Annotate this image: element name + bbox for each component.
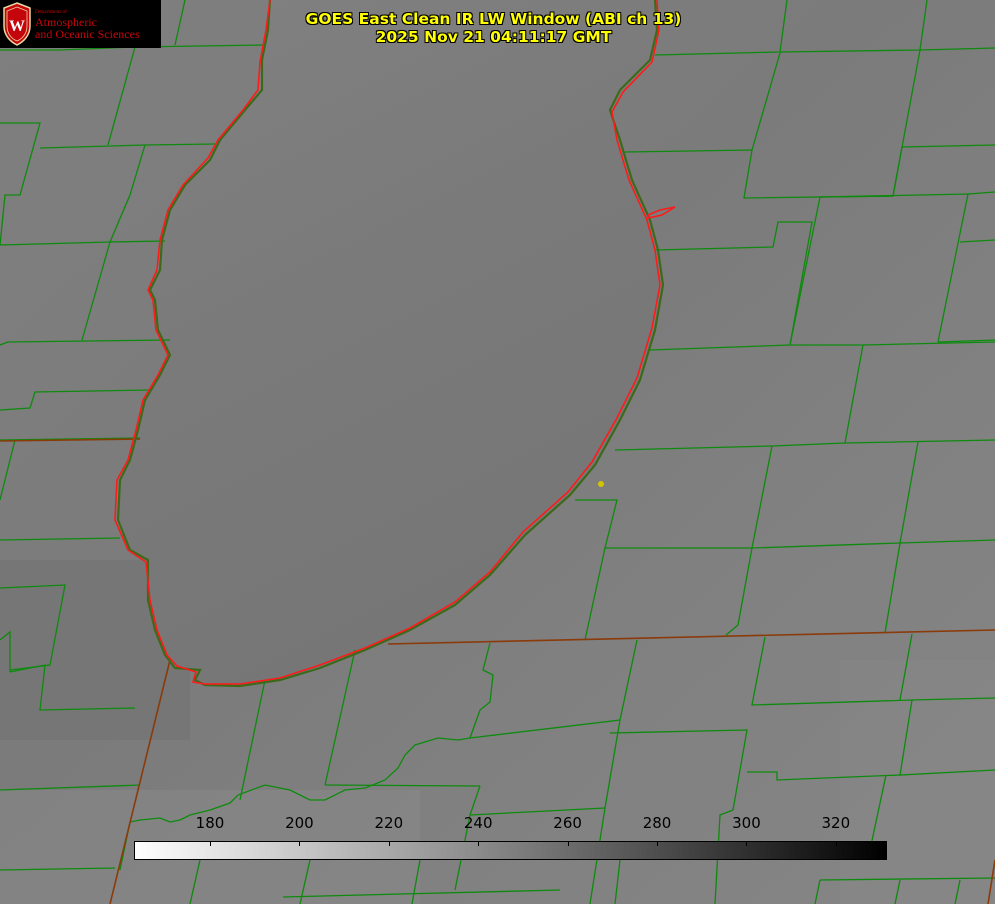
colorbar-tick-label: 300 xyxy=(732,814,761,832)
colorbar-tick-mark xyxy=(388,841,390,846)
colorbar-tick-mark xyxy=(209,841,211,846)
colorbar xyxy=(134,841,887,860)
colorbar-tick-label: 280 xyxy=(642,814,672,832)
colorbar-tick-label: 200 xyxy=(285,814,314,832)
map-title: GOES East Clean IR LW Window (ABI ch 13)… xyxy=(0,10,995,46)
imagery-light-band-right xyxy=(840,660,995,904)
location-marker xyxy=(598,481,604,487)
colorbar-tick-label: 220 xyxy=(374,814,404,832)
colorbar-tick-mark xyxy=(478,841,480,846)
colorbar-tick-mark xyxy=(746,841,748,846)
colorbar-tick-mark xyxy=(567,841,569,846)
colorbar-tick-label: 260 xyxy=(553,814,582,832)
colorbar-tick-labels: 180 200 220 240 260 280 300 320 xyxy=(0,814,995,836)
colorbar-tick-mark xyxy=(657,841,659,846)
colorbar-tick-mark xyxy=(299,841,301,846)
colorbar-tick-label: 180 xyxy=(195,814,225,832)
colorbar-tick-label: 240 xyxy=(463,814,493,832)
title-line-product: GOES East Clean IR LW Window (ABI ch 13) xyxy=(305,10,682,28)
colorbar-tick-mark xyxy=(835,841,837,846)
map-canvas xyxy=(0,0,995,904)
title-line-timestamp: 2025 Nov 21 04:11:17 GMT xyxy=(375,28,612,46)
satellite-map: W Department of Atmospheric and Oceanic … xyxy=(0,0,995,904)
colorbar-tick-label: 320 xyxy=(821,814,851,832)
